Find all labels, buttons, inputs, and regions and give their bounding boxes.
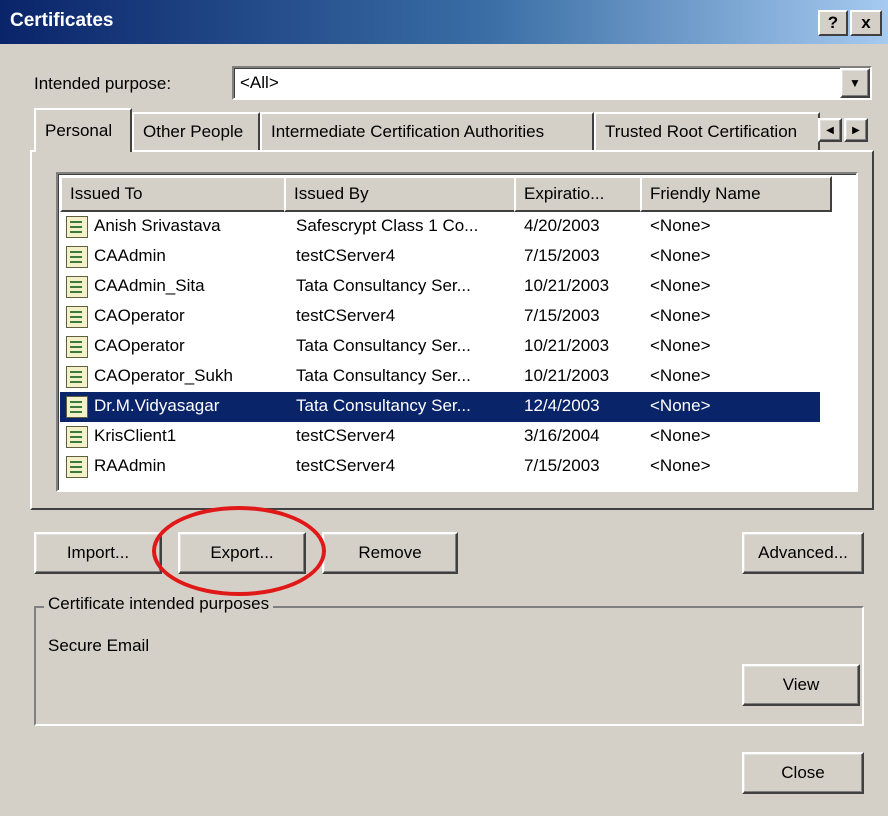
table-row[interactable]: KrisClient1 testCServer4 3/16/2004 <None> bbox=[60, 422, 820, 452]
tab-scroll-right-icon[interactable]: ▶ bbox=[844, 118, 868, 142]
cell-expiration: 10/21/2003 bbox=[524, 366, 610, 385]
cell-friendly-name: <None> bbox=[650, 336, 711, 355]
cell-expiration: 4/20/2003 bbox=[524, 216, 600, 235]
cell-issued-by: Tata Consultancy Ser... bbox=[296, 366, 471, 385]
cell-issued-by: testCServer4 bbox=[296, 426, 396, 445]
table-row[interactable]: CAOperator Tata Consultancy Ser... 10/21/2… bbox=[60, 332, 820, 362]
cell-issued-by: testCServer4 bbox=[296, 246, 396, 265]
cell-issued-to: Dr.M.Vidyasagar bbox=[94, 396, 220, 415]
certificate-icon bbox=[66, 246, 88, 268]
cell-issued-to: CAOperator bbox=[94, 306, 185, 325]
cell-issued-to: CAOperator_Sukh bbox=[94, 366, 233, 385]
intended-purpose-select[interactable]: <All> ▼ bbox=[232, 66, 872, 100]
certificate-list[interactable]: Issued To Issued By Expiratio... Friendl… bbox=[56, 172, 858, 492]
tab-personal[interactable]: Personal bbox=[34, 108, 132, 152]
cell-friendly-name: <None> bbox=[650, 216, 711, 235]
certificate-icon bbox=[66, 426, 88, 448]
export-button-label: Export... bbox=[210, 543, 274, 562]
table-row[interactable]: CAAdmin testCServer4 7/15/2003 <None> bbox=[60, 242, 820, 272]
column-header-issued-to[interactable]: Issued To bbox=[60, 176, 296, 212]
cell-issued-to: CAAdmin bbox=[94, 246, 166, 265]
tab-trusted-root[interactable]: Trusted Root Certification bbox=[594, 112, 820, 150]
cell-expiration: 7/15/2003 bbox=[524, 246, 600, 265]
certificate-icon bbox=[66, 306, 88, 328]
tab-scroll-left-icon[interactable]: ◀ bbox=[818, 118, 842, 142]
cell-issued-to: Anish Srivastava bbox=[94, 216, 221, 235]
cell-friendly-name: <None> bbox=[650, 396, 711, 415]
purposes-value: Secure Email bbox=[48, 636, 150, 655]
table-row[interactable]: CAAdmin_Sita Tata Consultancy Ser... 10/21… bbox=[60, 272, 820, 302]
cell-friendly-name: <None> bbox=[650, 366, 711, 385]
certificate-icon bbox=[66, 396, 88, 418]
chevron-down-icon[interactable]: ▼ bbox=[840, 68, 870, 98]
view-button[interactable]: View bbox=[742, 664, 860, 706]
close-window-button[interactable]: x bbox=[850, 10, 882, 36]
table-row[interactable]: CAOperator testCServer4 7/15/2003 <None> bbox=[60, 302, 820, 332]
intended-purpose-value: <All> bbox=[240, 73, 279, 92]
cell-issued-to: KrisClient1 bbox=[94, 426, 177, 445]
cell-friendly-name: <None> bbox=[650, 306, 711, 325]
purposes-group-label: Certificate intended purposes bbox=[44, 594, 274, 614]
table-row[interactable]: Anish Srivastava Safescrypt Class 1 Co...… bbox=[60, 212, 820, 242]
cell-friendly-name: <None> bbox=[650, 276, 711, 295]
close-button-label: Close bbox=[781, 763, 825, 782]
purposes-groupbox bbox=[34, 606, 864, 726]
column-header-friendly-name[interactable]: Friendly Name bbox=[640, 176, 832, 212]
cell-issued-by: testCServer4 bbox=[296, 306, 396, 325]
remove-button[interactable]: Remove bbox=[322, 532, 458, 574]
column-header-expiration[interactable]: Expiratio... bbox=[514, 176, 652, 212]
cell-expiration: 7/15/2003 bbox=[524, 306, 600, 325]
title-bar: Certificates ? x bbox=[0, 0, 888, 44]
close-button[interactable]: Close bbox=[742, 752, 864, 794]
advanced-button[interactable]: Advanced... bbox=[742, 532, 864, 574]
window-title: Certificates bbox=[10, 10, 114, 31]
certificate-icon bbox=[66, 336, 88, 358]
cell-issued-by: Tata Consultancy Ser... bbox=[296, 396, 471, 415]
cell-issued-by: Safescrypt Class 1 Co... bbox=[296, 216, 479, 235]
cell-expiration: 7/15/2003 bbox=[524, 456, 600, 475]
tab-intermediate-ca[interactable]: Intermediate Certification Authorities bbox=[260, 112, 594, 150]
cell-issued-by: Tata Consultancy Ser... bbox=[296, 336, 471, 355]
certificate-icon bbox=[66, 456, 88, 478]
cell-issued-to: CAAdmin_Sita bbox=[94, 276, 205, 295]
cell-friendly-name: <None> bbox=[650, 456, 711, 475]
cell-friendly-name: <None> bbox=[650, 246, 711, 265]
cell-friendly-name: <None> bbox=[650, 426, 711, 445]
cell-expiration: 3/16/2004 bbox=[524, 426, 600, 445]
remove-button-label: Remove bbox=[358, 543, 422, 562]
cell-issued-to: RAAdmin bbox=[94, 456, 166, 475]
advanced-button-label: Advanced... bbox=[758, 543, 848, 562]
column-header-issued-by[interactable]: Issued By bbox=[284, 176, 526, 212]
certificate-icon bbox=[66, 216, 88, 238]
cell-issued-by: testCServer4 bbox=[296, 456, 396, 475]
cell-expiration: 10/21/2003 bbox=[524, 336, 610, 355]
cell-issued-to: CAOperator bbox=[94, 336, 185, 355]
import-button[interactable]: Import... bbox=[34, 532, 162, 574]
intended-purpose-label: Intended purpose: bbox=[34, 74, 172, 93]
cell-expiration: 10/21/2003 bbox=[524, 276, 610, 295]
table-row[interactable]: RAAdmin testCServer4 7/15/2003 <None> bbox=[60, 452, 820, 482]
help-button[interactable]: ? bbox=[818, 10, 848, 36]
export-button[interactable]: Export... bbox=[178, 532, 306, 574]
table-row[interactable]: Dr.M.Vidyasagar Tata Consultancy Ser... 12… bbox=[60, 392, 820, 422]
import-button-label: Import... bbox=[66, 543, 130, 562]
table-row[interactable]: CAOperator_Sukh Tata Consultancy Ser... 10… bbox=[60, 362, 820, 392]
certificate-icon bbox=[66, 276, 88, 298]
view-button-label: View bbox=[782, 675, 820, 694]
tab-other-people[interactable]: Other People bbox=[132, 112, 260, 150]
certificate-icon bbox=[66, 366, 88, 388]
cell-issued-by: Tata Consultancy Ser... bbox=[296, 276, 471, 295]
cell-expiration: 12/4/2003 bbox=[524, 396, 600, 415]
